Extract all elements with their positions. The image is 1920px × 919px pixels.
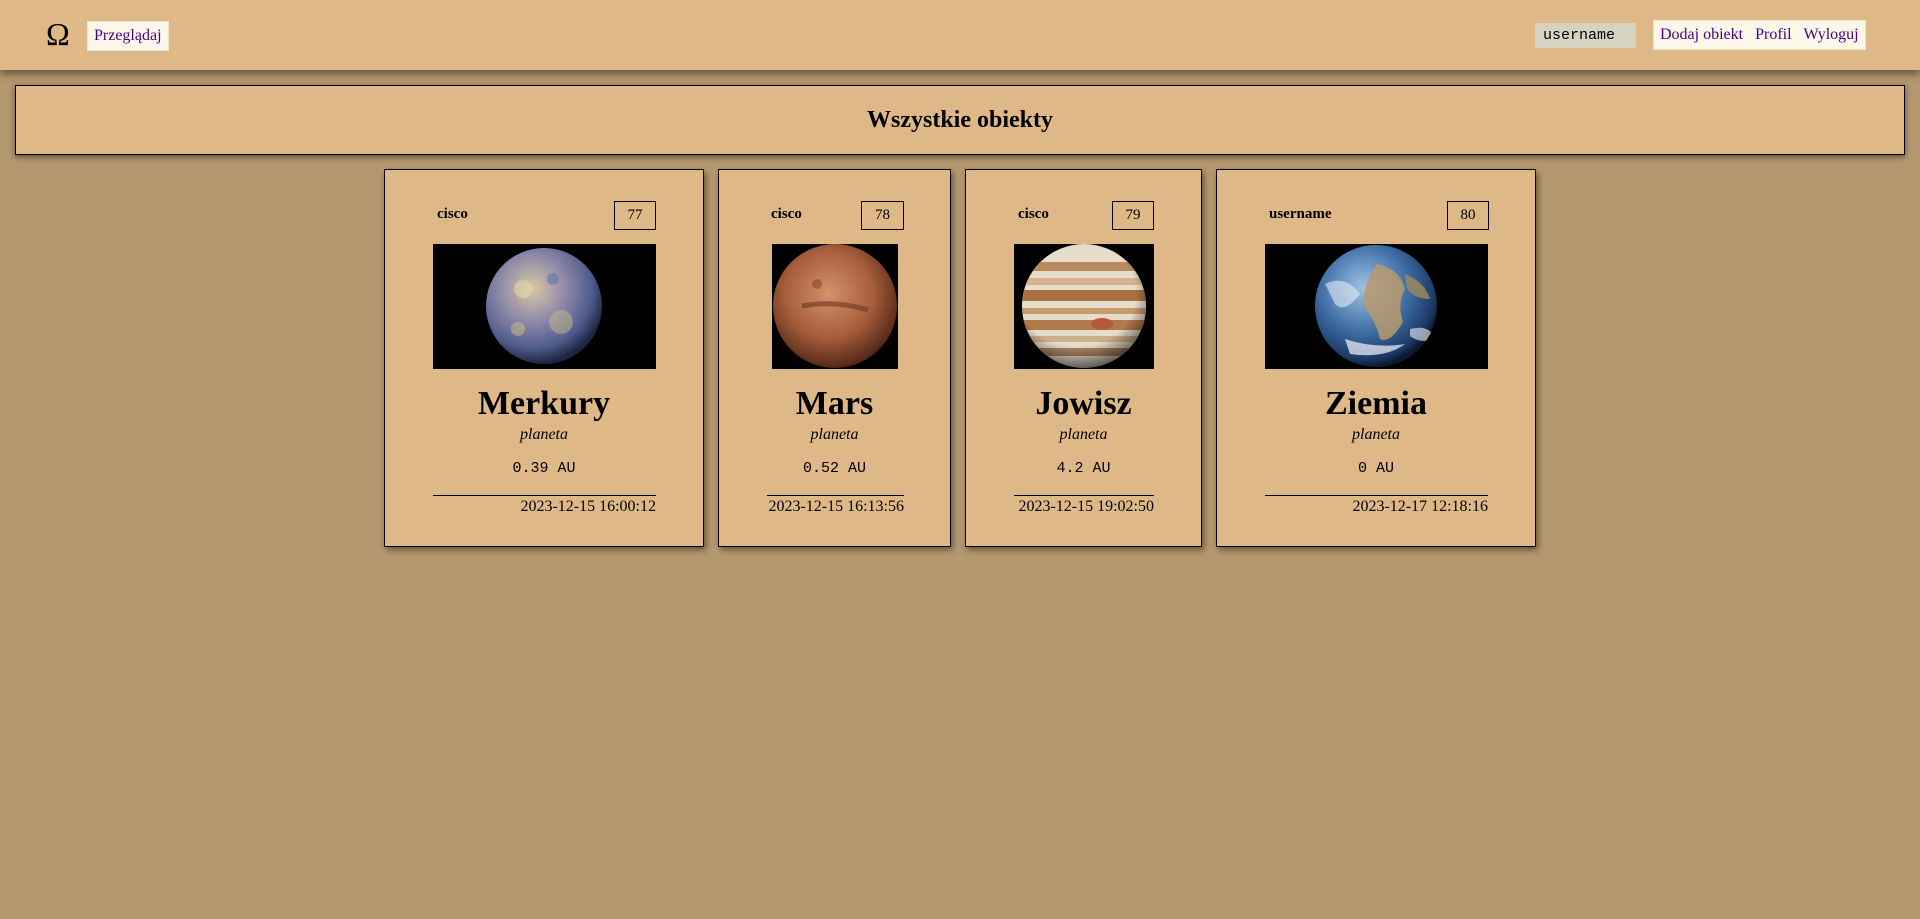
- card-author: cisco: [771, 206, 802, 222]
- jupiter-planet-image: [1014, 244, 1154, 369]
- card-author: cisco: [437, 206, 468, 222]
- card-date: 2023-12-15 16:13:56: [767, 495, 904, 517]
- card-title: Mars: [795, 385, 874, 422]
- card-title: Ziemia: [1325, 385, 1427, 422]
- card-distance: 0.52 AU: [802, 460, 866, 477]
- card-author: username: [1269, 206, 1332, 222]
- card-date: 2023-12-15 16:00:12: [433, 495, 656, 517]
- card-type: planeta: [810, 426, 859, 443]
- card-type: planeta: [1059, 426, 1108, 443]
- earth-planet-image: [1265, 244, 1488, 369]
- card-distance: 0.39 AU: [512, 460, 576, 477]
- object-card[interactable]: cisco 79 Jowisz planeta 4.2 AU 2023-12-1…: [965, 169, 1202, 547]
- page-title: Wszystkie obiekty: [867, 106, 1053, 133]
- card-title: Merkury: [477, 385, 611, 422]
- card-type: planeta: [520, 426, 568, 443]
- add-object-link[interactable]: Dodaj obiekt: [1654, 21, 1750, 49]
- card-id-badge: 80: [1447, 201, 1489, 230]
- card-date: 2023-12-17 12:18:16: [1265, 495, 1488, 517]
- card-distance: 0 AU: [1357, 460, 1394, 477]
- top-navbar: Ω Przeglądaj username Dodaj obiekt Profi…: [0, 0, 1920, 70]
- card-date: 2023-12-15 19:02:50: [1014, 495, 1154, 517]
- card-title: Jowisz: [1035, 385, 1132, 422]
- card-id-badge: 77: [614, 201, 656, 230]
- mercury-planet-image: [433, 244, 656, 369]
- username-display: username: [1535, 23, 1636, 48]
- object-card[interactable]: cisco 78 Mars planeta 0.52 AU 2023-12-15…: [718, 169, 951, 547]
- card-author: cisco: [1018, 206, 1049, 222]
- card-type: planeta: [1352, 426, 1400, 443]
- card-distance: 4.2 AU: [1056, 460, 1111, 477]
- home-logo-icon[interactable]: Ω: [46, 14, 70, 54]
- object-card[interactable]: username 80 Ziemia planeta 0 AU 2023-12-…: [1216, 169, 1536, 547]
- logout-link[interactable]: Wyloguj: [1797, 21, 1865, 49]
- page-title-banner: Wszystkie obiekty: [15, 85, 1905, 155]
- card-id-badge: 79: [1112, 201, 1154, 230]
- object-card[interactable]: cisco 77 Merkury planeta 0.39 AU 2023-12…: [384, 169, 704, 547]
- mars-planet-image: [772, 244, 898, 369]
- profile-link[interactable]: Profil: [1749, 21, 1798, 49]
- user-menu: Dodaj obiekt Profil Wyloguj: [1653, 20, 1866, 50]
- card-id-badge: 78: [861, 201, 904, 230]
- browse-link[interactable]: Przeglądaj: [87, 21, 169, 51]
